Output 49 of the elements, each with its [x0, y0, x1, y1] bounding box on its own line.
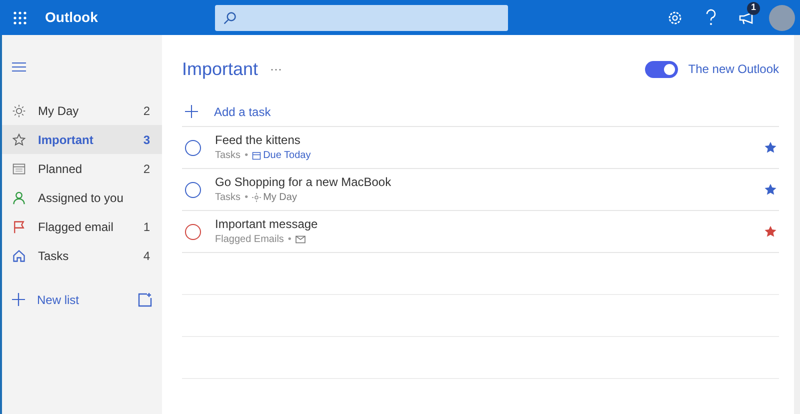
list-title: Important [182, 58, 258, 81]
sun-icon [12, 104, 26, 118]
calendar-icon [252, 151, 262, 160]
due-date: Due Today [263, 149, 311, 162]
calendar-icon [12, 162, 26, 176]
flag-icon [12, 220, 26, 234]
star-icon[interactable] [764, 225, 777, 238]
task-checkbox[interactable] [185, 182, 201, 198]
sidebar-item[interactable]: Flagged email 1 [2, 212, 162, 241]
plus-icon [185, 105, 198, 118]
sun-icon [252, 193, 262, 202]
sidebar-item[interactable]: Assigned to you [2, 183, 162, 212]
plus-icon [12, 293, 25, 306]
home-icon [12, 248, 26, 262]
search-field[interactable] [215, 4, 508, 30]
sidebar-item[interactable]: Important 3 [2, 125, 162, 154]
separator-dot: • [244, 191, 248, 204]
sidebar-item[interactable]: Planned 2 [2, 154, 162, 183]
more-button[interactable]: ··· [270, 60, 282, 78]
sidebar-item[interactable]: My Day 2 [2, 96, 162, 125]
sidebar-item[interactable]: Tasks 4 [2, 241, 162, 270]
task-checkbox[interactable] [185, 224, 201, 240]
task-checkbox[interactable] [185, 140, 201, 156]
menu-icon[interactable] [12, 62, 26, 72]
task-title: Important message [215, 217, 319, 232]
help-icon[interactable] [705, 8, 717, 26]
star-icon[interactable] [764, 183, 777, 196]
star-icon[interactable] [764, 141, 777, 154]
envelope-icon [295, 235, 306, 244]
separator-dot: • [288, 233, 292, 246]
toggle-label: The new Outlook [688, 61, 779, 78]
new-group-icon[interactable] [138, 292, 152, 306]
person-icon [12, 190, 26, 204]
search-icon [223, 10, 237, 24]
task-title: Feed the kittens [215, 133, 302, 148]
new-list-button[interactable]: New list [37, 290, 138, 308]
settings-icon[interactable] [667, 10, 683, 26]
separator-dot: • [244, 149, 248, 162]
app-name[interactable]: Outlook [45, 7, 215, 28]
megaphone-icon[interactable] [739, 10, 755, 24]
task-list-name: Tasks [215, 191, 241, 204]
star-icon [12, 132, 26, 146]
notification-badge: 1 [747, 2, 760, 14]
my-day-tag: My Day [263, 191, 297, 204]
task-title: Go Shopping for a new MacBook [215, 175, 392, 190]
task-list-name: Tasks [215, 149, 241, 162]
add-task-button[interactable]: Add a task [214, 102, 271, 120]
toggle-switch[interactable] [645, 60, 678, 78]
task-list-name: Flagged Emails [215, 233, 284, 246]
